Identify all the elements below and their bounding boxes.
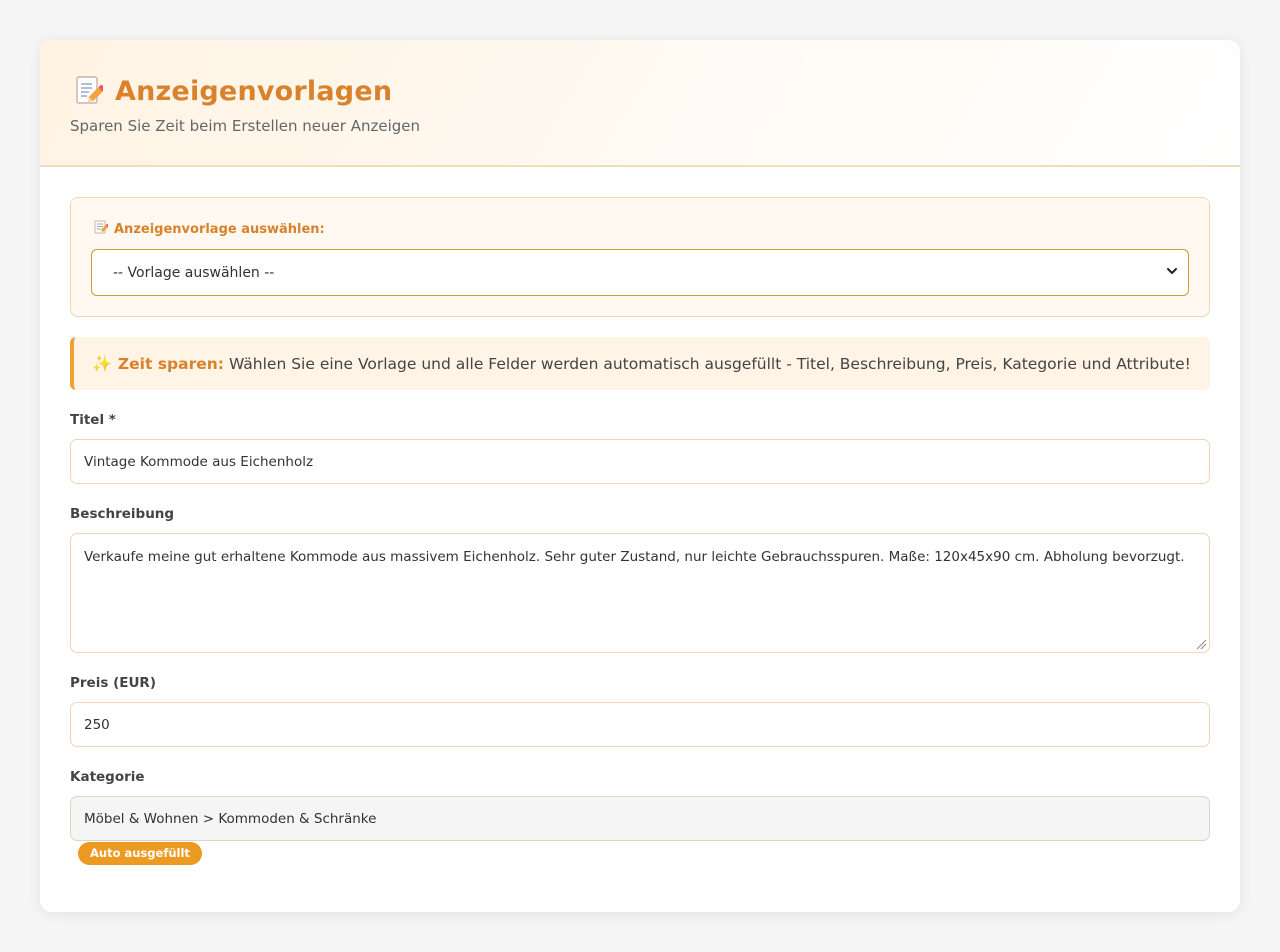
price-label: Preis (EUR) [70, 675, 156, 691]
info-banner-text: Wählen Sie eine Vorlage und alle Felder … [228, 354, 1191, 373]
price-input[interactable]: 250 [70, 702, 1210, 747]
page-title: Anzeigenvorlagen [115, 75, 393, 107]
form-body: Anzeigenvorlage auswählen: -- Vorlage au… [40, 167, 1240, 865]
title-row: Anzeigenvorlagen [70, 74, 1210, 108]
document-pencil-icon [75, 76, 106, 106]
title-label: Titel * [70, 412, 116, 428]
title-input-value: Vintage Kommode aus Eichenholz [84, 453, 314, 470]
template-select-value: -- Vorlage auswählen -- [113, 264, 275, 281]
description-field: Beschreibung Verkaufe meine gut erhalten… [70, 506, 1210, 653]
template-selector-box: Anzeigenvorlage auswählen: -- Vorlage au… [70, 197, 1210, 317]
price-field: Preis (EUR) 250 [70, 675, 1210, 747]
template-card: Anzeigenvorlagen Sparen Sie Zeit beim Er… [40, 40, 1240, 912]
page-header: Anzeigenvorlagen Sparen Sie Zeit beim Er… [40, 40, 1240, 167]
info-banner: ✨ Zeit sparen: Wählen Sie eine Vorlage u… [70, 337, 1210, 390]
category-label: Kategorie [70, 769, 145, 785]
description-label: Beschreibung [70, 506, 175, 522]
sparkle-icon: ✨ [92, 354, 112, 373]
price-input-value: 250 [84, 716, 110, 733]
template-selector-label-text: Anzeigenvorlage auswählen: [114, 221, 325, 237]
template-selector-label: Anzeigenvorlage auswählen: [94, 220, 1189, 238]
title-input[interactable]: Vintage Kommode aus Eichenholz [70, 439, 1210, 484]
category-field: Kategorie Möbel & Wohnen > Kommoden & Sc… [70, 769, 1210, 865]
page-subtitle: Sparen Sie Zeit beim Erstellen neuer Anz… [70, 117, 420, 135]
description-textarea-value: Verkaufe meine gut erhaltene Kommode aus… [84, 549, 1185, 565]
template-select[interactable]: -- Vorlage auswählen -- [91, 249, 1189, 296]
title-field: Titel * Vintage Kommode aus Eichenholz [70, 412, 1210, 484]
auto-filled-badge: Auto ausgefüllt [78, 842, 202, 865]
description-textarea[interactable]: Verkaufe meine gut erhaltene Kommode aus… [70, 533, 1210, 653]
category-input-value: Möbel & Wohnen > Kommoden & Schränke [84, 810, 377, 827]
category-input: Möbel & Wohnen > Kommoden & Schränke [70, 796, 1210, 841]
info-banner-strong: Zeit sparen: [117, 354, 224, 373]
small-document-pencil-icon [94, 220, 110, 238]
resize-grip-icon[interactable] [1193, 636, 1207, 650]
chevron-down-icon [1166, 265, 1178, 281]
